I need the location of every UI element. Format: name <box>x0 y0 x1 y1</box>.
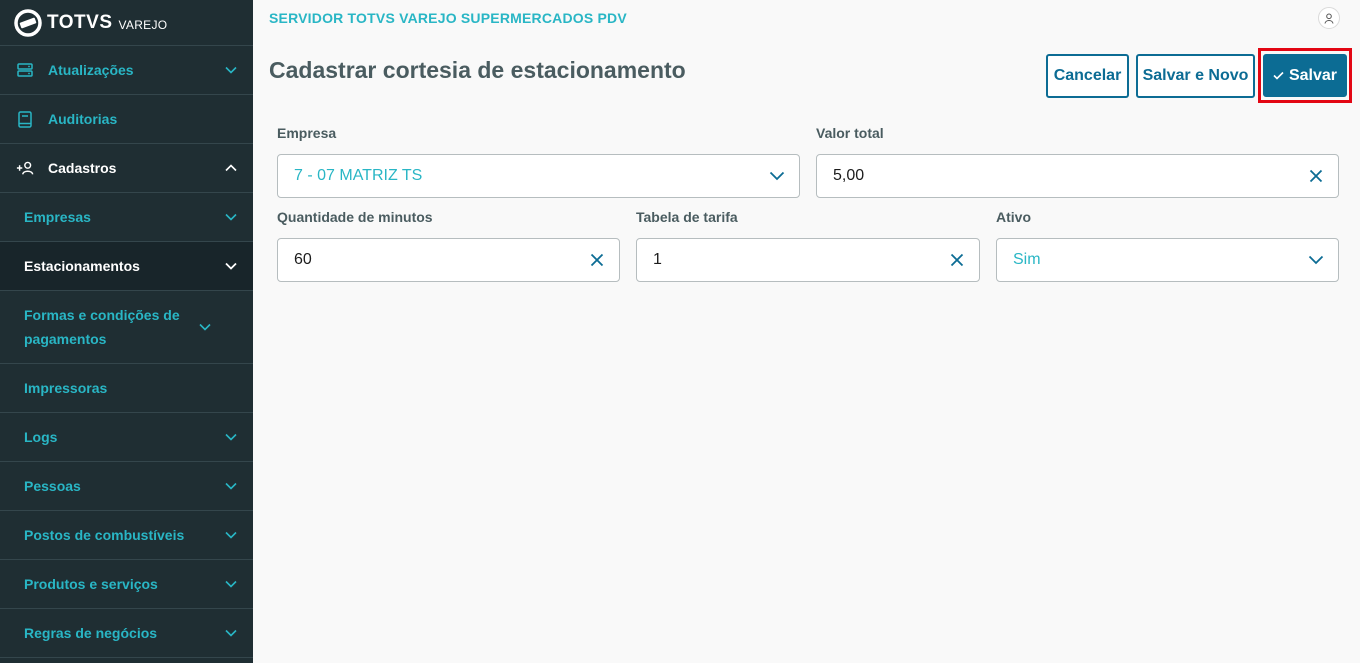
sidebar-item-produtos-servicos[interactable]: Produtos e serviços <box>0 560 253 609</box>
tabela-tarifa-input[interactable]: 1 <box>636 238 980 282</box>
brand-sub: VAREJO <box>118 17 168 32</box>
brand-name: TOTVS <box>47 11 113 33</box>
sidebar-item-label: Formas e condições de pagamentos <box>24 307 180 347</box>
save-button-highlight: Salvar <box>1258 48 1352 103</box>
main-content: SERVIDOR TOTVS VAREJO SUPERMERCADOS PDV … <box>253 0 1360 663</box>
chevron-up-icon <box>225 162 237 174</box>
quantidade-minutos-input[interactable]: 60 <box>277 238 620 282</box>
sidebar-item-label: Cadastros <box>48 160 117 176</box>
ativo-value: Sim <box>1013 251 1041 268</box>
chevron-down-icon <box>1308 252 1324 268</box>
sidebar-item-logs[interactable]: Logs <box>0 413 253 462</box>
sidebar-item-pessoas[interactable]: Pessoas <box>0 462 253 511</box>
valor-total-input[interactable]: 5,00 <box>816 154 1339 198</box>
add-user-icon <box>16 159 34 177</box>
sidebar-item-label: Atualizações <box>48 62 134 78</box>
chevron-down-icon <box>225 578 237 590</box>
page-title: Cadastrar cortesia de estacionamento <box>269 57 686 83</box>
chevron-down-icon <box>225 431 237 443</box>
ativo-select[interactable]: Sim <box>996 238 1339 282</box>
sidebar-item-label: Pessoas <box>24 478 81 494</box>
sidebar-item-impressoras[interactable]: Impressoras <box>0 364 253 413</box>
totvs-logo-icon <box>14 8 42 37</box>
clear-icon[interactable] <box>949 252 965 268</box>
sidebar-item-atualizacoes[interactable]: Atualizações <box>0 46 253 95</box>
quantidade-minutos-value: 60 <box>294 251 312 268</box>
tabela-tarifa-label: Tabela de tarifa <box>636 209 738 225</box>
chevron-down-icon <box>225 480 237 492</box>
sidebar-item-postos-combustiveis[interactable]: Postos de combustíveis <box>0 511 253 560</box>
server-title: SERVIDOR TOTVS VAREJO SUPERMERCADOS PDV <box>269 10 627 26</box>
chevron-down-icon <box>225 260 237 272</box>
empresa-label: Empresa <box>277 125 337 141</box>
chevron-down-icon <box>225 211 237 223</box>
save-button[interactable]: Salvar <box>1263 54 1347 97</box>
save-and-new-button[interactable]: Salvar e Novo <box>1136 54 1255 98</box>
check-icon <box>1273 71 1284 80</box>
save-button-label: Salvar <box>1288 66 1338 84</box>
brand-logo[interactable]: TOTVS VAREJO <box>0 0 253 46</box>
chevron-down-icon <box>225 64 237 76</box>
sidebar-item-label: Logs <box>24 429 58 445</box>
quantidade-minutos-label: Quantidade de minutos <box>277 209 433 225</box>
empresa-value: 7 - 07 MATRIZ TS <box>294 167 423 184</box>
sidebar-item-estacionamentos[interactable]: Estacionamentos <box>0 242 253 291</box>
sidebar-item-auditorias[interactable]: Auditorias <box>0 95 253 144</box>
server-icon <box>16 61 34 79</box>
sidebar-item-label: Postos de combustíveis <box>24 527 185 543</box>
clear-icon[interactable] <box>589 252 605 268</box>
chevron-down-icon <box>225 529 237 541</box>
chevron-down-icon <box>769 168 785 184</box>
sidebar-item-formas-pagamento[interactable]: Formas e condições de pagamentos <box>0 291 253 364</box>
chevron-down-icon <box>199 321 211 333</box>
user-icon <box>1324 13 1334 24</box>
sidebar-item-label: Regras de negócios <box>24 625 158 641</box>
clear-icon[interactable] <box>1308 168 1324 184</box>
sidebar-item-label: Empresas <box>24 209 91 225</box>
sidebar-item-empresas[interactable]: Empresas <box>0 193 253 242</box>
cancel-button[interactable]: Cancelar <box>1046 54 1129 98</box>
sidebar-item-label: Impressoras <box>24 380 108 396</box>
valor-total-value: 5,00 <box>833 167 865 184</box>
sidebar-item-cadastros[interactable]: Cadastros <box>0 144 253 193</box>
sidebar-item-label: Estacionamentos <box>24 258 140 274</box>
empresa-select[interactable]: 7 - 07 MATRIZ TS <box>277 154 800 198</box>
chevron-down-icon <box>225 627 237 639</box>
sidebar: TOTVS VAREJO Atualizações Auditorias Cad… <box>0 0 253 663</box>
valor-total-label: Valor total <box>816 125 884 141</box>
user-avatar[interactable] <box>1318 7 1340 29</box>
sidebar-item-regras-negocios[interactable]: Regras de negócios <box>0 609 253 658</box>
tabela-tarifa-value: 1 <box>653 251 662 268</box>
sidebar-item-label: Produtos e serviços <box>24 576 158 592</box>
book-icon <box>16 110 34 128</box>
ativo-label: Ativo <box>996 209 1031 225</box>
sidebar-item-label: Auditorias <box>48 111 118 127</box>
